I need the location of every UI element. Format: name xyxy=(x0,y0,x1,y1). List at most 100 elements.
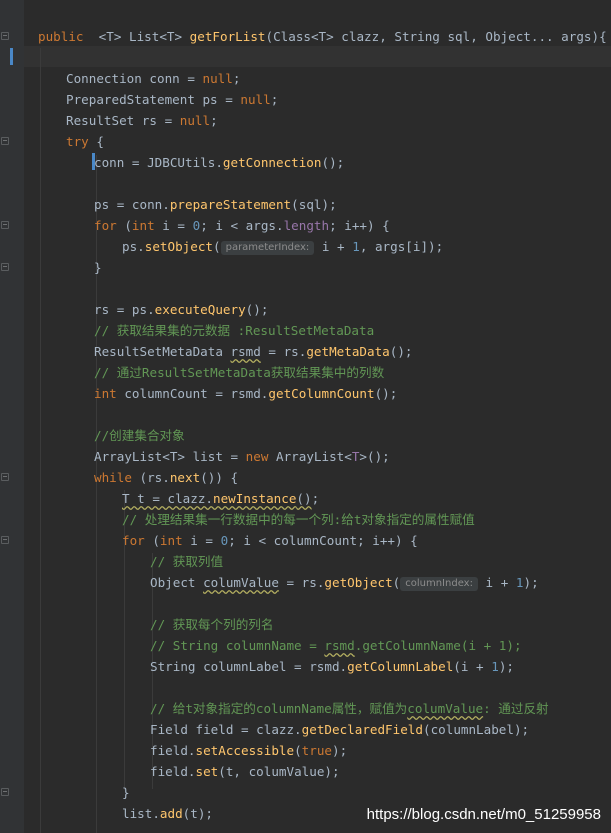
fold-marker-icon[interactable] xyxy=(1,473,9,481)
code-text: (rs. xyxy=(131,470,170,485)
parameter-hint: parameterIndex: xyxy=(220,241,315,255)
code-line[interactable]: PreparedStatement ps = null; xyxy=(24,89,611,110)
code-text: ( xyxy=(144,533,160,548)
code-text: } xyxy=(122,785,130,800)
code-line[interactable]: while (rs.next()) { xyxy=(24,467,611,488)
code-line[interactable]: String columnLabel = rsmd.getColumnLabel… xyxy=(24,656,611,677)
code-line[interactable]: } xyxy=(24,257,611,278)
code-line[interactable]: rs = ps.executeQuery(); xyxy=(24,299,611,320)
code-text: ResultSet rs = xyxy=(66,113,180,128)
code-text: field. xyxy=(150,764,196,779)
code-text: Object xyxy=(150,575,204,590)
code-line[interactable]: ps.setObject(parameterIndex: i + 1, args… xyxy=(24,236,611,257)
parameter-hint: columnIndex: xyxy=(400,577,478,591)
code-line[interactable]: // 获取每个列的列名 xyxy=(24,614,611,635)
code-line[interactable]: try { xyxy=(24,131,611,152)
code-line[interactable]: // 获取结果集的元数据 :ResultSetMetaData xyxy=(24,320,611,341)
code-text: = rs. xyxy=(278,575,325,590)
keyword: null xyxy=(179,113,211,128)
code-text: >(); xyxy=(359,449,390,464)
code-text: ; xyxy=(232,71,241,86)
code-text: (t, columValue); xyxy=(218,764,340,779)
keyword: try xyxy=(66,134,89,149)
code-line[interactable]: int columnCount = rsmd.getColumnCount(); xyxy=(24,383,611,404)
code-text: ; i < columnCount; i++) { xyxy=(228,533,418,548)
code-text: ResultSetMetaData xyxy=(94,344,231,359)
method-name: getColumnCount xyxy=(268,386,375,401)
keyword: null xyxy=(202,71,233,86)
code-line[interactable]: // String columnName = rsmd.getColumnNam… xyxy=(24,635,611,656)
method-name: newInstance xyxy=(213,491,297,506)
code-line[interactable]: ps = conn.prepareStatement(sql); xyxy=(24,194,611,215)
code-text: (sql); xyxy=(291,197,337,212)
code-line[interactable]: for (int i = 0; i < args.length; i++) { xyxy=(24,215,611,236)
code-text: Field field = clazz. xyxy=(150,722,302,737)
code-line[interactable]: T t = clazz.newInstance(); xyxy=(24,488,611,509)
code-text: ArrayList<T> list = xyxy=(94,449,246,464)
method-name: prepareStatement xyxy=(169,197,292,212)
fold-marker-icon[interactable] xyxy=(1,137,9,145)
fold-marker-icon[interactable] xyxy=(1,788,9,796)
method-name: set xyxy=(195,764,219,779)
code-text: ); xyxy=(523,575,539,590)
code-text: conn = JDBCUtils. xyxy=(94,155,223,170)
keyword: int xyxy=(131,218,155,233)
code-line[interactable]: // 处理结果集一行数据中的每一个列:给t对象指定的属性赋值 xyxy=(24,509,611,530)
code-text: (); xyxy=(389,344,413,359)
code-text: = rs. xyxy=(260,344,307,359)
code-text: ( xyxy=(294,743,302,758)
code-line[interactable]: field.setAccessible(true); xyxy=(24,740,611,761)
code-line[interactable]: // 给t对象指定的columnName属性，赋值为columValue: 通过… xyxy=(24,698,611,719)
code-editor[interactable]: public <T> List<T> getForList(Class<T> c… xyxy=(0,0,611,833)
code-comment: // 获取列值 xyxy=(150,554,224,569)
code-line[interactable]: ArrayList<T> list = new ArrayList<T>(); xyxy=(24,446,611,467)
field-name: length xyxy=(283,218,330,233)
method-name: add xyxy=(159,806,183,821)
code-text: ( xyxy=(392,575,401,590)
code-line[interactable]: for (int i = 0; i < columnCount; i++) { xyxy=(24,530,611,551)
fold-marker-icon[interactable] xyxy=(1,536,9,544)
code-text: String columnLabel = rsmd. xyxy=(150,659,348,674)
fold-marker-icon[interactable] xyxy=(1,221,9,229)
code-comment: // String columnName = xyxy=(150,638,325,653)
code-comment: // 获取结果集的元数据 :ResultSetMetaData xyxy=(94,323,375,338)
code-line[interactable]: field.set(t, columValue); xyxy=(24,761,611,782)
method-name: getObject xyxy=(324,575,393,590)
code-text: (t); xyxy=(182,806,214,821)
code-line[interactable]: public <T> List<T> getForList(Class<T> c… xyxy=(24,26,611,47)
code-comment: // 通过ResultSetMetaData获取结果集中的列数 xyxy=(94,365,385,380)
code-line[interactable]: } xyxy=(24,782,611,803)
code-text: Connection conn = xyxy=(66,71,203,86)
editor-gutter xyxy=(0,0,24,833)
code-line[interactable]: // 获取列值 xyxy=(24,551,611,572)
method-name: getForList xyxy=(189,29,266,44)
code-text: (); xyxy=(245,302,269,317)
code-line[interactable]: Field field = clazz.getDeclaredField(col… xyxy=(24,719,611,740)
method-name: getConnection xyxy=(222,155,322,170)
current-line-highlight xyxy=(24,46,611,67)
code-comment: rsmd xyxy=(324,638,355,653)
code-text: (i + xyxy=(453,659,492,674)
code-text: i + xyxy=(314,239,353,254)
code-text: } xyxy=(94,260,102,275)
code-text: columnCount = rsmd. xyxy=(116,386,269,401)
code-text: ; i < args. xyxy=(200,218,284,233)
code-comment: .getColumnName(i + 1); xyxy=(354,638,522,653)
code-comment: // 处理结果集一行数据中的每一个列:给t对象指定的属性赋值 xyxy=(122,512,475,527)
code-line[interactable]: conn = JDBCUtils.getConnection(); xyxy=(24,152,611,173)
code-line[interactable]: ResultSetMetaData rsmd = rs.getMetaData(… xyxy=(24,341,611,362)
method-name: setObject xyxy=(144,239,213,254)
code-text: ()) { xyxy=(200,470,239,485)
code-line[interactable]: ResultSet rs = null; xyxy=(24,110,611,131)
code-text: i = xyxy=(182,533,221,548)
code-line[interactable]: //创建集合对象 xyxy=(24,425,611,446)
code-line[interactable]: Object columValue = rs.getObject(columnI… xyxy=(24,572,611,593)
watermark: https://blog.csdn.net/m0_51259958 xyxy=(366,806,601,823)
code-text: , args[i]); xyxy=(359,239,444,254)
code-text: rs = ps. xyxy=(94,302,155,317)
fold-marker-icon[interactable] xyxy=(1,32,9,40)
code-text: list. xyxy=(122,806,160,821)
code-line[interactable]: // 通过ResultSetMetaData获取结果集中的列数 xyxy=(24,362,611,383)
fold-marker-icon[interactable] xyxy=(1,263,9,271)
code-line[interactable]: Connection conn = null; xyxy=(24,68,611,89)
